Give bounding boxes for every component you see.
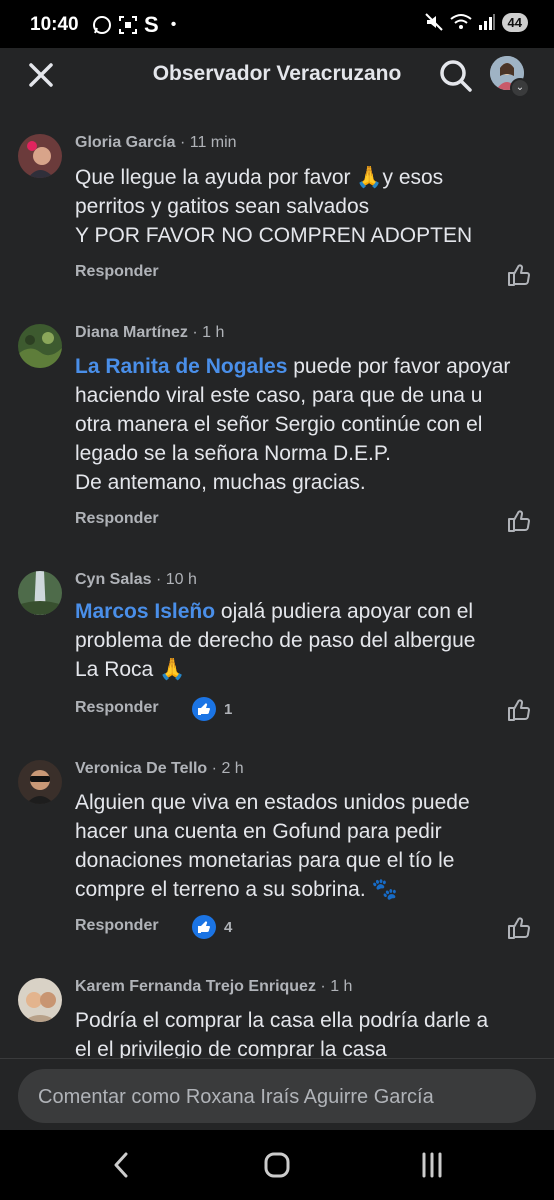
search-icon[interactable] <box>438 58 474 94</box>
reaction-summary[interactable]: 1 <box>192 697 232 721</box>
comment-line: perritos y gatitos sean salvados <box>75 195 370 218</box>
comment-time[interactable]: 1 h <box>330 978 352 995</box>
comment-line: donaciones monetarias para que el tío le <box>75 849 455 872</box>
comment-author[interactable]: Veronica De Tello <box>75 760 207 777</box>
comment-line-rest: puede por favor apoyar <box>287 355 511 378</box>
like-icon[interactable] <box>506 508 532 534</box>
comment-composer-bar <box>0 1058 554 1131</box>
comment-time[interactable]: 2 h <box>221 760 243 777</box>
comment-text: Alguien que viva en estados unidos puede… <box>75 788 535 904</box>
battery-indicator: 44 <box>501 12 528 32</box>
avatar[interactable] <box>18 760 62 804</box>
reply-button[interactable]: Responder <box>75 699 159 717</box>
chevron-down-icon[interactable]: ⌄ <box>510 78 530 98</box>
comment-author[interactable]: Gloria García <box>75 134 176 151</box>
comment-line: La Ranita de Nogales puede por favor apo… <box>75 352 535 381</box>
status-dot: • <box>170 16 177 33</box>
recents-icon[interactable] <box>412 1148 452 1182</box>
reaction-count: 4 <box>224 918 233 936</box>
comment-text: Marcos Isleño ojalá pudiera apoyar con e… <box>75 597 535 684</box>
reply-button[interactable]: Responder <box>75 917 159 935</box>
like-icon[interactable] <box>506 915 532 941</box>
wifi-icon <box>449 14 472 29</box>
signal-icon <box>478 14 495 30</box>
comment-meta: Cyn Salas · 10 h <box>75 571 197 588</box>
comment-meta: Gloria García · 11 min <box>75 134 237 151</box>
like-icon[interactable] <box>506 262 532 288</box>
comment-line: Marcos Isleño ojalá pudiera apoyar con e… <box>75 597 535 626</box>
comment-line: Que llegue la ayuda por favor 🙏y esos <box>75 166 444 189</box>
comment-line: De antemano, muchas gracias. <box>75 471 366 494</box>
status-notification-icons: S • <box>92 12 176 38</box>
screenshot-icon <box>119 16 137 34</box>
comment-meta: Veronica De Tello · 2 h <box>75 760 244 777</box>
home-icon[interactable] <box>257 1148 297 1182</box>
like-icon[interactable] <box>506 697 532 723</box>
app-s-icon: S <box>144 12 159 37</box>
comment-meta: Diana Martínez · 1 h <box>75 324 225 341</box>
avatar[interactable] <box>18 571 62 615</box>
status-system-icons: 44 <box>424 12 528 32</box>
reply-button[interactable]: Responder <box>75 510 159 528</box>
reaction-like-icon <box>192 697 216 721</box>
comment-line: haciendo viral este caso, para que de un… <box>75 384 483 407</box>
reaction-like-icon <box>192 915 216 939</box>
comment-line: La Roca 🙏 <box>75 658 186 681</box>
status-bar: 10:40 S • 44 <box>0 0 554 48</box>
mention-link[interactable]: La Ranita de Nogales <box>75 355 287 378</box>
comment-time[interactable]: 10 h <box>166 571 197 588</box>
whatsapp-icon <box>93 16 111 34</box>
comment-time[interactable]: 1 h <box>202 324 224 341</box>
comment-line: legado se la señora Norma D.E.P. <box>75 442 391 465</box>
back-icon[interactable] <box>102 1148 142 1182</box>
comment-text: Que llegue la ayuda por favor 🙏y esos pe… <box>75 163 535 250</box>
comment-input[interactable] <box>36 1069 520 1125</box>
mute-icon <box>424 13 443 31</box>
comment-line: Alguien que viva en estados unidos puede <box>75 791 470 814</box>
comment-time[interactable]: 11 min <box>190 134 237 151</box>
comment-line: otra manera el señor Sergio continúe con… <box>75 413 483 436</box>
mention-link[interactable]: Marcos Isleño <box>75 600 215 623</box>
comment-line: compre el terreno a su sobrina. 🐾 <box>75 878 398 901</box>
avatar[interactable] <box>18 134 62 178</box>
reaction-count: 1 <box>224 700 233 718</box>
reply-button[interactable]: Responder <box>75 263 159 281</box>
comment-author[interactable]: Cyn Salas <box>75 571 151 588</box>
comment-text: Podría el comprar la casa ella podría da… <box>75 1006 535 1058</box>
comment-author[interactable]: Karem Fernanda Trejo Enriquez <box>75 978 316 995</box>
comment-meta: Karem Fernanda Trejo Enriquez · 1 h <box>75 978 353 995</box>
comment-line-rest: ojalá pudiera apoyar con el <box>215 600 474 623</box>
comment-composer[interactable] <box>18 1069 536 1125</box>
avatar[interactable] <box>18 324 62 368</box>
avatar[interactable] <box>18 978 62 1022</box>
comment-author[interactable]: Diana Martínez <box>75 324 188 341</box>
comments-list[interactable]: Gloria García · 11 min Que llegue la ayu… <box>0 116 554 1058</box>
comment-line: Podría el comprar la casa ella podría da… <box>75 1009 489 1032</box>
app-header: Observador Veracruzano ⌄ <box>0 48 554 108</box>
reaction-summary[interactable]: 4 <box>192 915 232 939</box>
comment-line: problema de derecho de paso del albergue <box>75 629 476 652</box>
comment-line: hacer una cuenta en Gofund para pedir <box>75 820 442 843</box>
system-nav-bar <box>0 1130 554 1200</box>
comment-text: La Ranita de Nogales puede por favor apo… <box>75 352 535 497</box>
comment-line: el el privilegio de comprar la casa <box>75 1038 387 1058</box>
status-time: 10:40 <box>30 14 79 35</box>
comment-line: Y POR FAVOR NO COMPREN ADOPTEN <box>75 224 473 247</box>
